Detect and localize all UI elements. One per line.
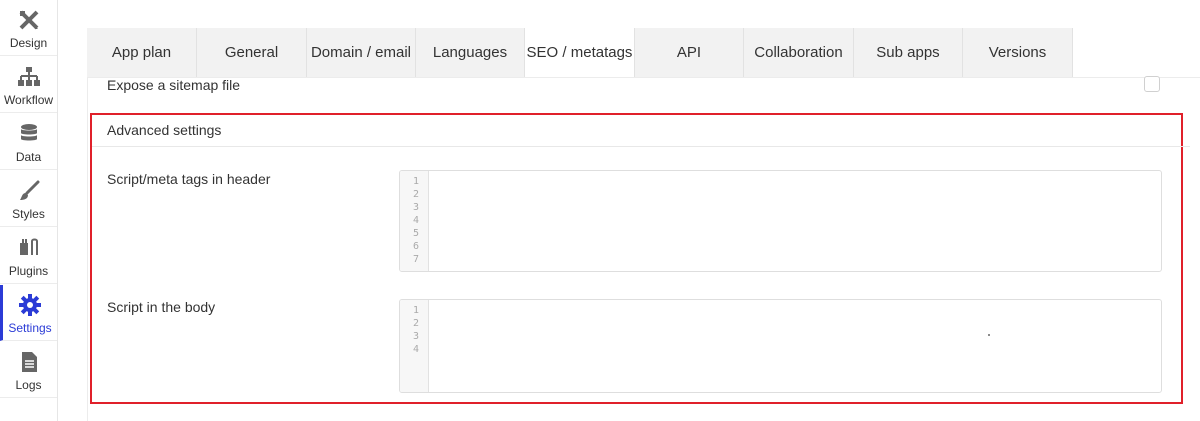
- line-number-gutter: 1 2 3 4 5 6 7: [400, 171, 429, 271]
- gear-icon: [18, 293, 42, 317]
- document-icon: [17, 350, 41, 374]
- workflow-icon: [17, 65, 41, 89]
- content-border: [87, 77, 88, 421]
- sidebar-item-label: Plugins: [8, 264, 49, 278]
- sidebar-item-label: Logs: [15, 378, 42, 392]
- line-number: 1: [412, 305, 419, 316]
- tab-label: SEO / metatags: [526, 44, 633, 61]
- left-sidebar: Design Workflow Data Styles Plugins Sett…: [0, 0, 58, 421]
- header-script-editor[interactable]: 1 2 3 4 5 6 7: [399, 170, 1162, 272]
- database-icon: [17, 122, 41, 146]
- tab-label: Languages: [432, 44, 508, 61]
- design-tools-icon: [17, 8, 41, 32]
- tab-label: Sub apps: [876, 44, 940, 61]
- line-number: 7: [412, 254, 419, 265]
- sidebar-item-label: Workflow: [3, 93, 54, 107]
- sidebar-item-design[interactable]: Design: [0, 0, 57, 56]
- plug-icon: [17, 236, 41, 260]
- sidebar-item-workflow[interactable]: Workflow: [0, 57, 57, 113]
- tab-label: Versions: [988, 44, 1047, 61]
- line-number-gutter: 1 2 3 4: [400, 300, 429, 392]
- sidebar-item-label: Data: [15, 150, 42, 164]
- advanced-settings-title: Advanced settings: [107, 122, 222, 138]
- sitemap-label: Expose a sitemap file: [107, 77, 241, 93]
- sidebar-item-label: Styles: [12, 207, 45, 221]
- line-number: 1: [412, 176, 419, 187]
- settings-tabs: App plan General Domain / email Language…: [87, 28, 1073, 77]
- stray-cursor-dot: [988, 334, 990, 336]
- line-number: 6: [412, 241, 419, 252]
- tab-languages[interactable]: Languages: [416, 28, 525, 77]
- body-script-label: Script in the body: [107, 299, 216, 315]
- tab-seo-metatags[interactable]: SEO / metatags: [525, 28, 635, 77]
- tab-label: API: [676, 44, 702, 61]
- tab-versions[interactable]: Versions: [963, 28, 1073, 77]
- line-number: 2: [412, 189, 419, 200]
- line-number: 3: [412, 202, 419, 213]
- tab-domain-email[interactable]: Domain / email: [307, 28, 416, 77]
- tab-api[interactable]: API: [635, 28, 744, 77]
- sidebar-item-label: Settings: [8, 321, 52, 335]
- tab-collaboration[interactable]: Collaboration: [744, 28, 854, 77]
- tab-label: Domain / email: [310, 44, 412, 61]
- advanced-settings-divider: [92, 146, 1190, 147]
- header-script-label: Script/meta tags in header: [107, 171, 271, 187]
- tabs-divider: [87, 77, 1200, 78]
- body-script-editor[interactable]: 1 2 3 4: [399, 299, 1162, 393]
- sidebar-item-settings[interactable]: Settings: [0, 285, 57, 341]
- tab-label: Collaboration: [754, 44, 843, 61]
- sidebar-item-logs[interactable]: Logs: [0, 342, 57, 398]
- line-number: 5: [412, 228, 419, 239]
- tab-sub-apps[interactable]: Sub apps: [854, 28, 963, 77]
- line-number: 2: [412, 318, 419, 329]
- line-number: 3: [412, 331, 419, 342]
- sidebar-item-plugins[interactable]: Plugins: [0, 228, 57, 284]
- tab-label: General: [224, 44, 279, 61]
- line-number: 4: [412, 344, 419, 355]
- sidebar-item-styles[interactable]: Styles: [0, 171, 57, 227]
- tab-general[interactable]: General: [197, 28, 307, 77]
- tab-label: App plan: [111, 44, 172, 61]
- sitemap-checkbox[interactable]: [1144, 76, 1160, 92]
- sidebar-item-data[interactable]: Data: [0, 114, 57, 170]
- tab-app-plan[interactable]: App plan: [87, 28, 197, 77]
- sidebar-item-label: Design: [9, 36, 48, 50]
- line-number: 4: [412, 215, 419, 226]
- brush-icon: [17, 179, 41, 203]
